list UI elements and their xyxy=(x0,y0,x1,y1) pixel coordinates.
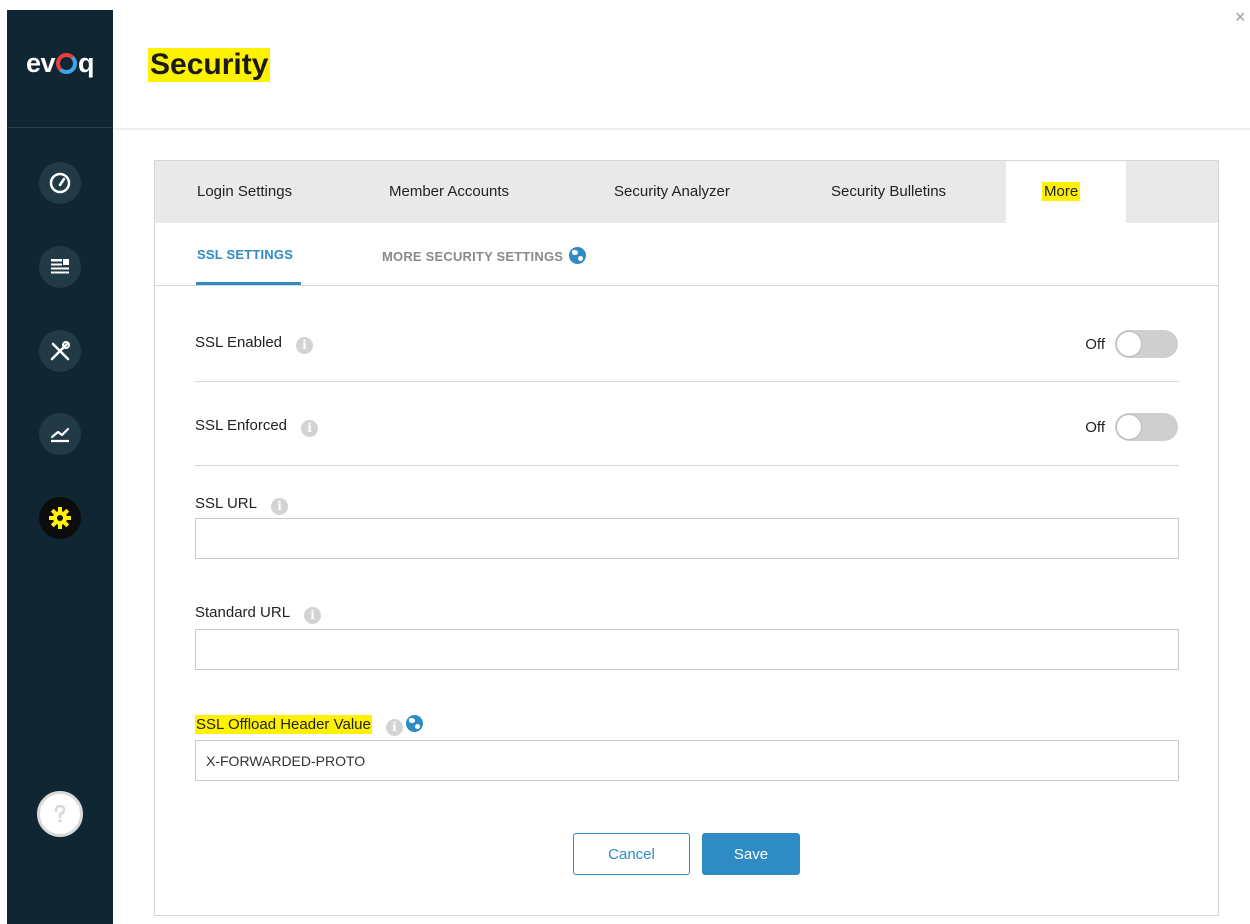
info-icon[interactable]: i xyxy=(304,607,322,624)
tab-login-settings[interactable]: Login Settings xyxy=(197,161,292,223)
ssl-enforced-toggle[interactable] xyxy=(1115,413,1178,441)
ssl-enabled-label: SSL Enabled i xyxy=(195,334,314,354)
ssl-enabled-toggle[interactable] xyxy=(1115,330,1178,358)
settings-panel: Login Settings Member Accounts Security … xyxy=(154,160,1219,916)
sidebar-item-tools[interactable] xyxy=(39,330,81,372)
sidebar: ev q xyxy=(7,10,113,924)
content-icon xyxy=(51,259,69,274)
ssl-enabled-state: Off xyxy=(1085,335,1105,353)
info-icon[interactable]: i xyxy=(301,420,318,437)
tab-security-bulletins[interactable]: Security Bulletins xyxy=(831,161,946,223)
sidebar-item-dashboard[interactable] xyxy=(39,162,81,204)
ssl-enforced-state: Off xyxy=(1085,418,1105,436)
sidebar-item-settings[interactable] xyxy=(39,497,81,539)
sidebar-item-content[interactable] xyxy=(39,246,81,288)
info-icon[interactable]: i xyxy=(270,498,288,515)
globe-icon xyxy=(405,715,423,732)
row-divider xyxy=(195,465,1179,466)
cancel-button[interactable]: Cancel xyxy=(573,833,690,875)
logo-mark xyxy=(56,53,78,74)
ssl-url-input[interactable] xyxy=(195,518,1179,559)
subtab-more-security-settings[interactable]: MORE SECURITY SETTINGS xyxy=(382,247,587,264)
close-icon[interactable]: × xyxy=(1235,8,1249,26)
ssl-enforced-label: SSL Enforced i xyxy=(195,417,318,437)
analytics-icon xyxy=(50,427,70,443)
evoq-logo[interactable]: ev q xyxy=(7,48,113,79)
ssl-enabled-toggle-group: Off xyxy=(1085,330,1178,358)
sidebar-item-analytics[interactable] xyxy=(39,413,81,455)
toggle-knob xyxy=(1116,331,1142,357)
ssl-url-label: SSL URL i xyxy=(195,495,288,515)
standard-url-input[interactable] xyxy=(195,629,1179,670)
ssl-offload-input[interactable] xyxy=(195,740,1179,781)
tab-bar: Login Settings Member Accounts Security … xyxy=(155,161,1218,223)
standard-url-label: Standard URL i xyxy=(195,604,322,624)
gauge-icon xyxy=(49,172,71,194)
sidebar-divider xyxy=(7,127,113,128)
help-icon xyxy=(54,804,66,823)
info-icon[interactable]: i xyxy=(296,337,314,354)
header-divider xyxy=(113,128,1250,130)
row-divider xyxy=(195,381,1179,382)
ssl-enforced-toggle-group: Off xyxy=(1085,413,1178,441)
gear-icon xyxy=(49,507,71,529)
page-title: Security xyxy=(148,48,271,82)
active-subtab-indicator xyxy=(196,282,301,285)
tab-member-accounts[interactable]: Member Accounts xyxy=(389,161,509,223)
subtab-ssl-settings[interactable]: SSL SETTINGS xyxy=(197,247,293,262)
ssl-offload-label: SSL Offload Header Value i xyxy=(195,715,423,736)
tools-icon xyxy=(50,341,70,361)
toggle-knob xyxy=(1116,414,1142,440)
save-button[interactable]: Save xyxy=(702,833,800,875)
subtab-bar: SSL SETTINGS MORE SECURITY SETTINGS xyxy=(155,223,1218,286)
info-icon[interactable]: i xyxy=(385,719,403,736)
help-button[interactable] xyxy=(37,791,83,837)
tab-security-analyzer[interactable]: Security Analyzer xyxy=(614,161,730,223)
globe-icon xyxy=(569,247,587,264)
tab-more[interactable]: More xyxy=(1006,161,1126,223)
